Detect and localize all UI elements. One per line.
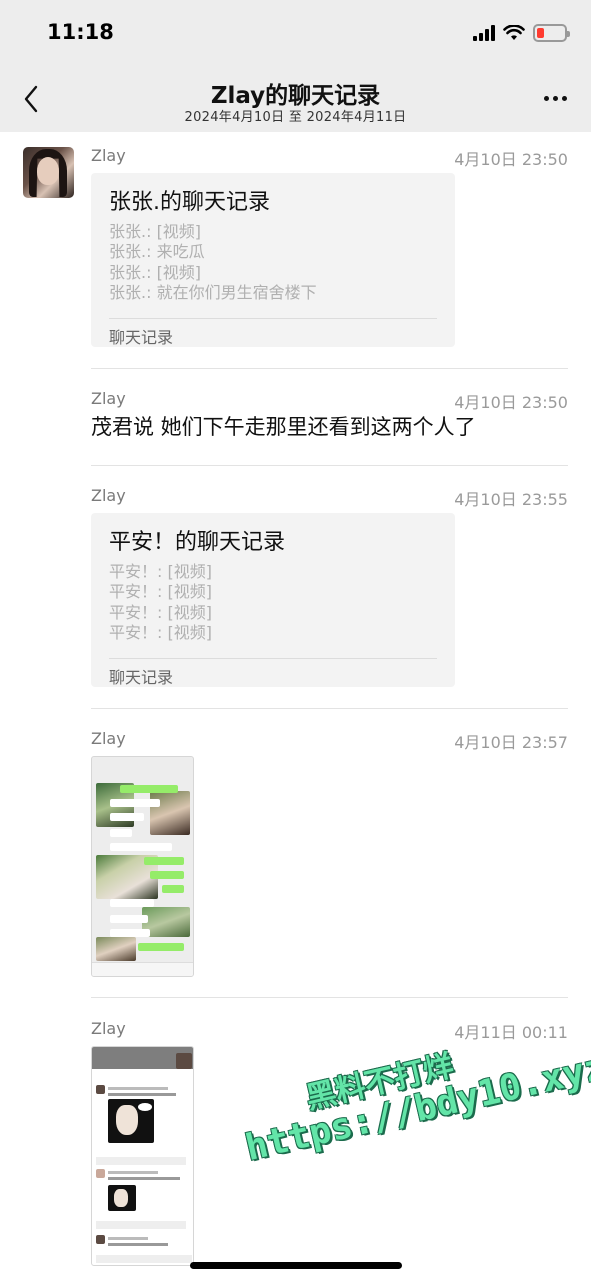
chat-record-line: 平安！: [视频] [109, 602, 212, 622]
thumbnail-photo [96, 937, 136, 961]
thumbnail-bubble [110, 899, 154, 907]
chat-record-footer: 聊天记录 [109, 328, 174, 347]
top-bar: 11:18 Zlay的聊天记录 2024年4月10日 至 2024年4月11日 [0, 0, 591, 132]
status-time: 11:18 [47, 20, 114, 44]
thumbnail-text-line [96, 1157, 186, 1165]
thumbnail-avatar [96, 1169, 105, 1178]
status-icons [473, 24, 570, 42]
chat-record-line: 张张.: 来吃瓜 [109, 242, 205, 262]
message-time: 4月10日 23:50 [454, 393, 568, 412]
chat-record-line: 张张.: [视频] [109, 222, 202, 241]
thumbnail-text-line [96, 1221, 186, 1229]
sender-name: Zlay [91, 389, 126, 408]
thumbnail-bubble [138, 943, 184, 951]
thumbnail-photo [108, 1185, 136, 1211]
chat-record-footer: 聊天记录 [109, 668, 174, 687]
thumbnail-bubble [120, 785, 178, 793]
divider [91, 997, 568, 998]
message-item: Zlay 4月10日 23:50 茂君说 她们下午走那里还看到这两个人了 [91, 389, 568, 449]
thumbnail-text-line [108, 1171, 158, 1174]
thumbnail-text-line [108, 1243, 168, 1246]
thumbnail-text-line [108, 1177, 180, 1180]
thumbnail-bubble [162, 885, 184, 893]
sender-name: Zlay [91, 486, 126, 505]
chat-record-line: 张张.: 就在你们男生宿舍楼下 [109, 282, 317, 302]
avatar[interactable] [23, 147, 74, 198]
chat-record-line: 平安！: [视频] [109, 562, 212, 581]
image-thumbnail[interactable] [91, 1046, 194, 1266]
thumbnail-text-line [108, 1237, 148, 1240]
thumbnail-text-line [108, 1087, 168, 1090]
divider [91, 708, 568, 709]
thumbnail-photo [108, 1099, 154, 1143]
battery-level [537, 28, 544, 38]
chat-record-title: 平安！的聊天记录 [109, 530, 286, 555]
thumbnail-bubble [110, 929, 150, 937]
thumbnail-text-line [96, 1255, 192, 1263]
thumbnail-bubble [110, 829, 132, 837]
message-item: Zlay 4月10日 23:55 平安！的聊天记录 平安！: [视频] 平安！:… [91, 486, 568, 691]
chat-record-card[interactable]: 平安！的聊天记录 平安！: [视频] 平安！: [视频] 平安！: [视频] 平… [91, 513, 455, 687]
sender-name: Zlay [91, 146, 126, 165]
cellular-signal-icon [473, 25, 495, 41]
sender-name: Zlay [91, 729, 126, 748]
chat-record-line: 平安！: [视频] [109, 582, 212, 602]
divider [91, 368, 568, 369]
divider [91, 465, 568, 466]
thumbnail-bubble [110, 843, 172, 851]
thumbnail-bubble [110, 915, 148, 923]
message-item: Zlay 4月10日 23:50 张张.的聊天记录 张张.: [视频] 张张.:… [91, 146, 568, 351]
home-indicator[interactable] [190, 1262, 402, 1269]
thumbnail-bubble [110, 799, 160, 807]
chat-record-title: 张张.的聊天记录 [109, 190, 270, 215]
date-range-subtitle: 2024年4月10日 至 2024年4月11日 [184, 110, 407, 125]
thumbnail-statusbar [92, 757, 193, 767]
message-time: 4月10日 23:55 [454, 490, 568, 509]
thumbnail-text-line [108, 1093, 176, 1096]
message-time: 4月11日 00:11 [454, 1023, 568, 1042]
sender-name: Zlay [91, 1019, 126, 1038]
thumbnail-avatar [96, 1085, 105, 1094]
message-time: 4月10日 23:57 [454, 733, 568, 752]
divider [109, 658, 437, 659]
image-thumbnail[interactable] [91, 756, 194, 977]
thumbnail-photo [150, 791, 190, 835]
battery-icon [533, 24, 570, 42]
page-title: Zlay的聊天记录 [210, 83, 381, 109]
thumbnail-bubble [144, 857, 184, 865]
thumbnail-bubble [110, 813, 144, 821]
chat-record-line: 平安！: [视频] [109, 622, 212, 642]
thumbnail-avatar [176, 1053, 192, 1069]
chat-record-card[interactable]: 张张.的聊天记录 张张.: [视频] 张张.: 来吃瓜 张张.: [视频] 张张… [91, 173, 455, 347]
divider [109, 318, 437, 319]
thumbnail-avatar [96, 1235, 105, 1244]
message-text: 茂君说 她们下午走那里还看到这两个人了 [91, 415, 476, 439]
thumbnail-bubble [150, 871, 184, 879]
wifi-icon [503, 25, 525, 40]
chat-record-line: 张张.: [视频] [109, 262, 202, 282]
message-time: 4月10日 23:50 [454, 150, 568, 169]
thumbnail-input-bar [92, 962, 193, 976]
thumbnail-navbar [92, 767, 193, 777]
more-dots-icon[interactable] [544, 96, 567, 101]
message-item: Zlay 4月10日 23:57 [91, 729, 568, 979]
